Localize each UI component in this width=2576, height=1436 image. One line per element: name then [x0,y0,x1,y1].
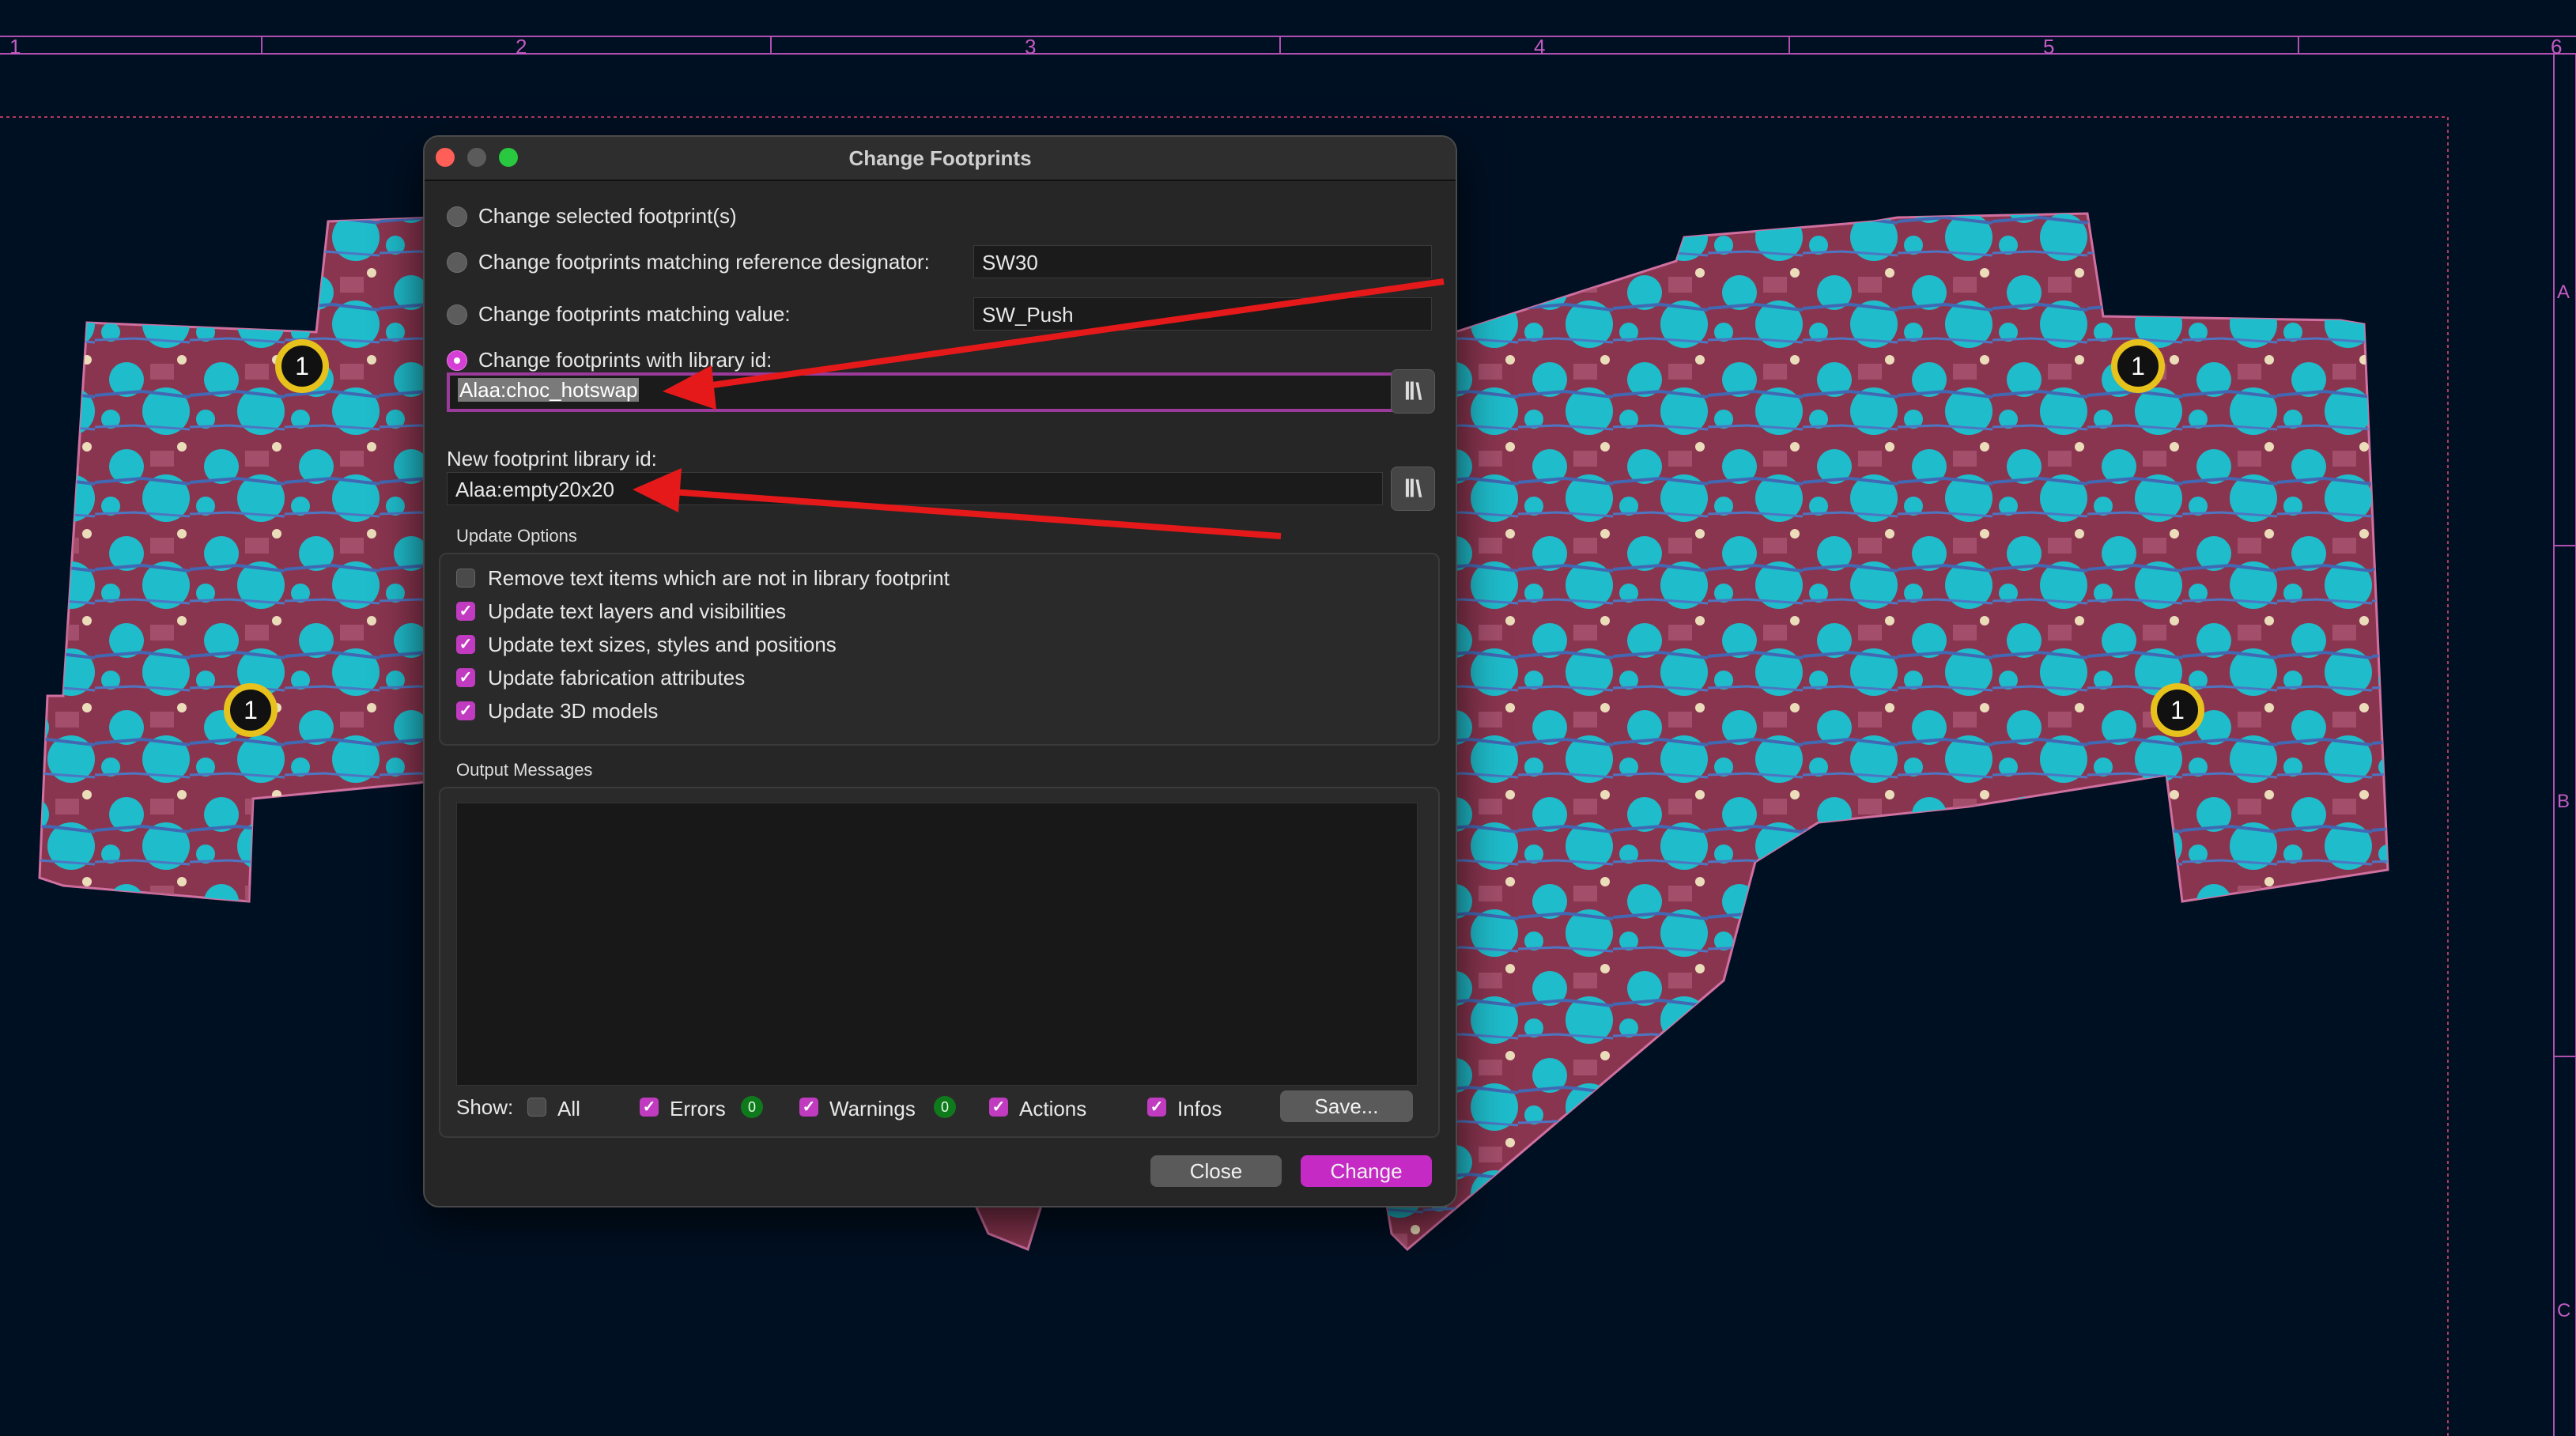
red-arrow-icon [633,468,1282,539]
red-arrow-icon [663,278,1445,410]
annotation-arrows [633,278,1445,539]
